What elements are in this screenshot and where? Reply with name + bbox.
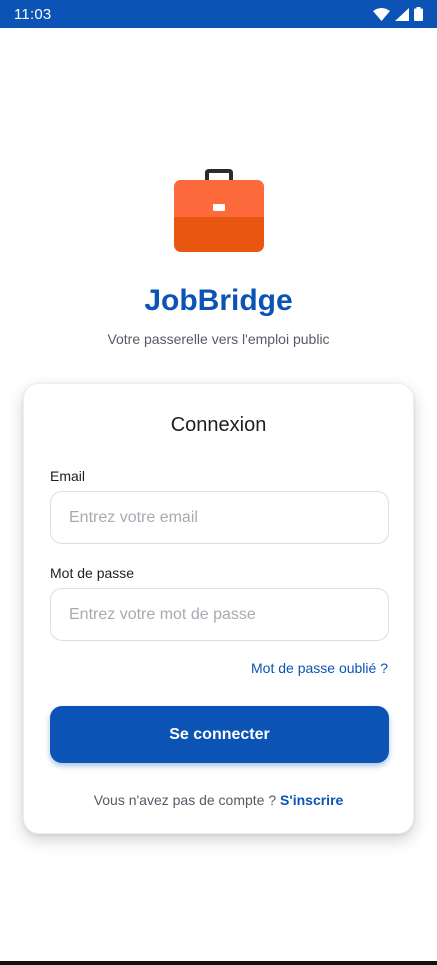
app-title: JobBridge <box>144 284 293 317</box>
signup-prompt: Vous n'avez pas de compte ? <box>93 792 281 808</box>
status-bar: 11:03 <box>0 0 437 28</box>
app-subtitle: Votre passerelle vers l'emploi public <box>107 331 330 347</box>
status-icons <box>373 7 423 21</box>
battery-icon <box>414 7 423 21</box>
navigation-bar <box>0 961 437 965</box>
login-button[interactable]: Se connecter <box>50 706 389 763</box>
signup-row: Vous n'avez pas de compte ? S'inscrire <box>24 792 413 808</box>
wifi-icon <box>373 7 390 21</box>
signal-icon <box>395 7 409 21</box>
email-input[interactable] <box>50 491 389 544</box>
app-logo <box>0 168 437 254</box>
login-card: Connexion Email Mot de passe Mot de pass… <box>23 383 414 834</box>
signup-link[interactable]: S'inscrire <box>280 792 343 808</box>
password-input[interactable] <box>50 588 389 641</box>
briefcase-icon <box>173 169 264 252</box>
email-label: Email <box>50 468 86 484</box>
login-title: Connexion <box>170 414 267 436</box>
password-label: Mot de passe <box>50 565 135 581</box>
forgot-password-link[interactable]: Mot de passe oublié ? <box>251 660 388 676</box>
status-time: 11:03 <box>14 5 52 23</box>
